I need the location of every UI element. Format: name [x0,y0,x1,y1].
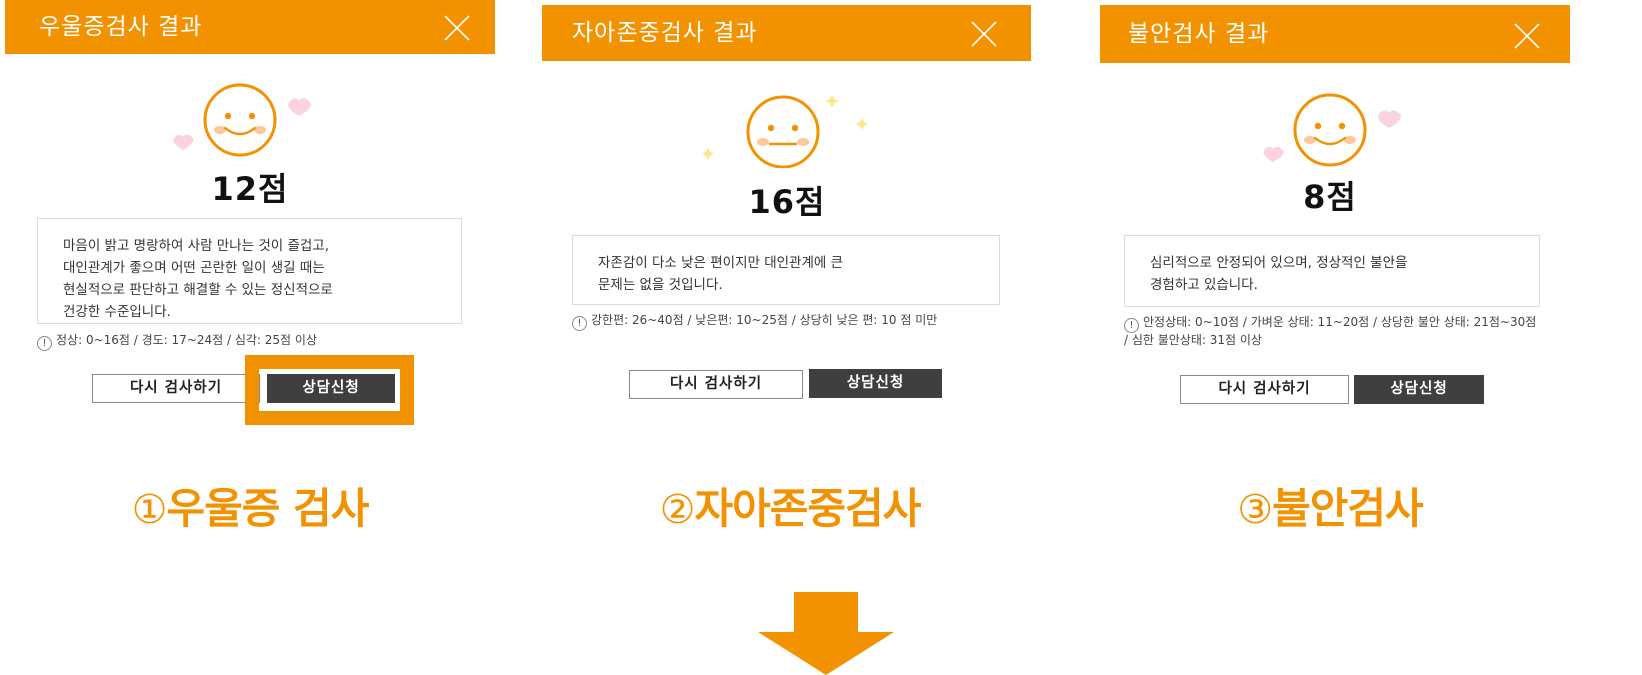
caption-number: ② [659,487,696,533]
result-description: 자존감이 다소 낮은 편이지만 대인관계에 큰 문제는 없을 것입니다. [572,235,1000,305]
description-line: 경험하고 있습니다. [1150,277,1258,293]
caption-text: 자아존중검사 [694,484,922,533]
panel-title: 우울증검사 결과 [39,14,203,40]
highlight-box [245,355,414,425]
smiley-face-icon [1263,93,1401,167]
result-panel-depression: 우울증검사 결과 12점 마음이 밝고 명랑하여 사람 만나는 것이 즐겁고, … [0,0,500,440]
result-panel-self-esteem: 자아존중검사 결과 16점 자존감이 다소 낮은 편이지만 대인관계에 큰 문제… [537,0,1037,440]
panel-title: 불안검사 결과 [1128,21,1270,47]
result-description: 심리적으로 안정되어 있으며, 정상적인 불안을 경험하고 있습니다. [1124,235,1540,307]
score: 8점 [1303,178,1357,216]
result-description: 마음이 밝고 명랑하여 사람 만나는 것이 즐겁고, 대인관계가 좋으며 어떤 … [37,218,462,324]
title-bar: 불안검사 결과 [1100,5,1570,63]
description-line: 대인관계가 좋으며 어떤 곤란한 일이 생길 때는 [63,260,325,276]
title-bar: 우울증검사 결과 [5,0,495,54]
description-line: 마음이 밝고 명랑하여 사람 만나는 것이 즐겁고, [63,238,330,254]
result-panel-anxiety: 불안검사 결과 8점 심리적으로 안정되어 있으며, 정상적인 불안을 경험하고… [1095,0,1595,440]
caption-number: ③ [1237,487,1273,533]
description-line: 현실적으로 판단하고 해결할 수 있는 정신적으로 [63,282,333,298]
close-icon[interactable] [1513,22,1541,50]
caption-text: 불안검사 [1272,484,1424,533]
retry-test-button[interactable]: 다시 검사하기 [629,370,803,399]
retry-test-button[interactable]: 다시 검사하기 [92,374,260,403]
consult-request-button[interactable]: 상담신청 [1354,375,1484,404]
caption-self-esteem-test: ②자아존중검사 [570,475,1010,536]
info-icon: ! [572,316,587,331]
caption-anxiety-test: ③불안검사 [1160,475,1500,536]
down-arrow-icon [758,592,894,675]
description-line: 심리적으로 안정되어 있으며, 정상적인 불안을 [1150,255,1408,271]
score-legend: ! 강한편: 26~40점 / 낮은편: 10~25점 / 상당히 낮은 편: 1… [572,313,1002,331]
score: 16점 [748,183,826,221]
consult-request-button[interactable]: 상담신청 [809,369,942,398]
neutral-face-icon [702,94,868,168]
caption-depression-test: ①우울증 검사 [60,475,440,536]
smiley-face-icon [173,83,311,157]
description-line: 건강한 수준입니다. [63,304,171,320]
legend-text: 안정상태: 0~10점 / 가벼운 상태: 11~20점 / 상당한 불안 상태… [1124,315,1537,347]
score-legend: ! 안정상태: 0~10점 / 가벼운 상태: 11~20점 / 상당한 불안 상… [1124,315,1544,347]
description-line: 문제는 없을 것입니다. [598,277,723,293]
info-icon: ! [37,336,52,351]
score: 12점 [211,170,289,208]
close-icon[interactable] [443,14,471,42]
caption-text: 우울증 검사 [166,484,370,533]
retry-test-button[interactable]: 다시 검사하기 [1180,375,1349,404]
title-bar: 자아존중검사 결과 [542,5,1031,61]
panel-title: 자아존중검사 결과 [572,20,758,46]
score-legend: ! 정상: 0~16점 / 경도: 17~24점 / 심각: 25점 이상 [37,333,467,351]
legend-text: 강한편: 26~40점 / 낮은편: 10~25점 / 상당히 낮은 편: 10… [591,313,938,327]
legend-text: 정상: 0~16점 / 경도: 17~24점 / 심각: 25점 이상 [56,333,317,347]
caption-number: ① [131,487,168,533]
close-icon[interactable] [970,20,998,48]
info-icon: ! [1124,318,1139,333]
description-line: 자존감이 다소 낮은 편이지만 대인관계에 큰 [598,255,844,271]
